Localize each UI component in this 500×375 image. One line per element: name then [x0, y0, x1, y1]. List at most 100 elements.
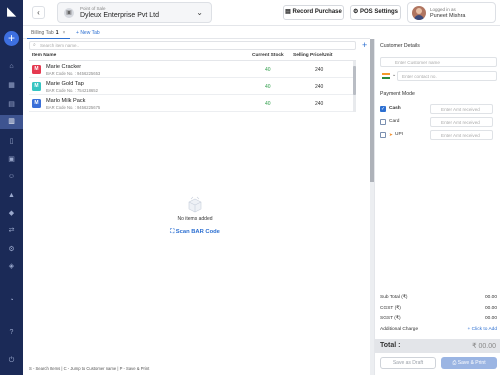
item-search: ⌕ [29, 41, 356, 50]
pos-settings-label: POS Settings [360, 9, 399, 15]
record-purchase-button[interactable]: ▤ Record Purchase [283, 5, 344, 20]
total-value: ₹ 00.00 [472, 343, 496, 350]
column-current-stock: Current Stock [252, 53, 284, 58]
new-tab-button[interactable]: + New Tab [76, 27, 100, 39]
additional-charge-row: Additional Charge + Click to Add [380, 327, 497, 336]
gift-icon[interactable]: ◈ [6, 262, 17, 271]
upi-amount-input[interactable] [430, 130, 493, 140]
upi-checkbox[interactable] [380, 132, 386, 138]
item-barcode: BAR Code No. : 9456225653 [46, 71, 101, 76]
cgst-label: CGST (₹) [380, 306, 401, 311]
empty-box-icon [188, 196, 202, 213]
billing-icon[interactable]: ▥ [0, 115, 23, 129]
checkout-panel: Customer Details ☺ ⌄ Payment Mode ✓ Cash… [374, 39, 500, 375]
box-icon[interactable]: ▣ [6, 155, 17, 164]
card-amount-input[interactable] [430, 117, 493, 127]
item-name: Marie Cracker [46, 64, 82, 70]
item-badge: M [32, 65, 41, 74]
scan-barcode-button[interactable]: ⛶ Scan BAR Code [154, 229, 236, 236]
avatar [412, 6, 426, 20]
cash-amount-input[interactable] [430, 104, 493, 114]
sgst-row: SGST (₹) 00.00 [380, 316, 497, 325]
user-profile[interactable]: Logged in as Puneet Mishra [407, 2, 496, 23]
people-icon[interactable]: ☺ [6, 172, 17, 181]
empty-state-text: No items added [177, 216, 213, 222]
payment-mode-label: UPI [395, 132, 403, 137]
add-item-icon[interactable]: + [362, 40, 367, 50]
item-name: Marlo Milk Pack [46, 98, 86, 104]
column-selling-price: Selling Price/Unit [293, 53, 333, 58]
pie-icon[interactable]: ◔ [6, 296, 17, 305]
app-logo-icon[interactable]: ◣ [5, 6, 18, 18]
transfer-icon[interactable]: ⇄ [6, 226, 17, 235]
add-charge-label: Click to Add [471, 327, 497, 332]
top-header: ‹ ▣ Point of Sale Dyleux Enterprise Pvt … [23, 0, 500, 26]
receipt-icon[interactable]: ▯ [6, 137, 17, 146]
table-row[interactable]: M Marie Cracker BAR Code No. : 945622565… [29, 61, 356, 78]
table-header: Item Name Current Stock Selling Price/Un… [29, 51, 356, 61]
payment-mode-title: Payment Mode [380, 91, 415, 97]
settings-icon[interactable]: ⚙ [6, 245, 17, 254]
sidebar: ◣ + ⌂ ▦ ▤ ▥ ▯ ▣ ☺ ▲ ◆ ⇄ ⚙ ◈ ◔ ? ⏻ [0, 0, 23, 375]
power-icon[interactable]: ⏻ [6, 356, 17, 365]
upi-icon: ➤ [389, 132, 393, 137]
table-row[interactable]: M Marie Gold Tap BAR Code No. : 75421865… [29, 78, 356, 95]
help-icon[interactable]: ? [6, 328, 17, 337]
cash-checkbox[interactable]: ✓ [380, 106, 386, 112]
tag-icon[interactable]: ◆ [6, 209, 17, 218]
tab-billing-count: 1 [55, 30, 59, 36]
user-name: Puneet Mishra [430, 13, 466, 19]
store-icon: ▣ [64, 8, 74, 18]
payment-row-card: Card [380, 117, 497, 128]
item-price: 240 [315, 84, 324, 90]
india-flag-icon[interactable] [382, 73, 390, 79]
pos-store-name: Dyleux Enterprise Pvt Ltd [80, 12, 159, 19]
contact-number-input[interactable] [397, 71, 497, 81]
pos-store-select[interactable]: ▣ Point of Sale Dyleux Enterprise Pvt Lt… [57, 2, 212, 23]
add-charge-link[interactable]: + Click to Add [468, 327, 497, 332]
item-stock: 40 [265, 84, 271, 90]
column-item-name: Item Name [32, 53, 57, 58]
subtotal-value: 00.00 [484, 295, 497, 300]
active-tab-indicator [27, 37, 70, 39]
customer-name-input[interactable] [380, 57, 497, 67]
cgst-value: 00.00 [484, 306, 497, 311]
sgst-value: 00.00 [484, 316, 497, 321]
new-tab-label: New Tab [80, 30, 100, 36]
cgst-row: CGST (₹) 00.00 [380, 306, 497, 315]
item-name: Marie Gold Tap [46, 81, 84, 87]
total-bar: Total : ₹ 00.00 [375, 339, 500, 353]
record-purchase-label: Record Purchase [292, 9, 342, 15]
tab-bar: Billing Tab 1 × + New Tab [23, 26, 370, 39]
subtotal-row: Sub Total (₹) 00.00 [380, 295, 497, 304]
item-badge: M [32, 82, 41, 91]
chart-icon[interactable]: ▲ [6, 191, 17, 200]
item-price: 240 [315, 101, 324, 107]
item-barcode: BAR Code No. : 9456225675 [46, 105, 101, 110]
save-and-print-button[interactable]: ⎙ Save & Print [441, 357, 497, 369]
search-input[interactable] [40, 42, 340, 49]
grid-icon[interactable]: ▦ [6, 81, 17, 90]
payment-mode-label: Card [389, 119, 400, 124]
close-icon[interactable]: × [62, 30, 65, 36]
item-price: 240 [315, 67, 324, 73]
total-label: Total : [380, 342, 401, 349]
home-icon[interactable]: ⌂ [6, 62, 17, 71]
item-stock: 40 [265, 67, 271, 73]
table-scrollbar-thumb[interactable] [353, 66, 356, 95]
item-table: Item Name Current Stock Selling Price/Un… [29, 51, 356, 112]
pos-settings-button[interactable]: ⚙ POS Settings [350, 5, 401, 20]
back-button[interactable]: ‹ [32, 6, 45, 19]
item-stock: 40 [265, 101, 271, 107]
cart-icon[interactable]: ▤ [6, 100, 17, 109]
payment-mode-label: Cash [389, 106, 401, 111]
chevron-down-icon[interactable]: ⌄ [392, 72, 396, 78]
save-and-print-label: Save & Print [457, 360, 486, 366]
table-row[interactable]: M Marlo Milk Pack BAR Code No. : 9456225… [29, 95, 356, 112]
search-icon: ⌕ [33, 42, 36, 48]
save-as-draft-button[interactable]: Save as Draft [380, 357, 436, 369]
keyboard-shortcuts: S - Search Items | C - Jump to Customer … [29, 366, 150, 371]
add-icon[interactable]: + [4, 31, 19, 46]
card-checkbox[interactable] [380, 119, 386, 125]
additional-charge-label: Additional Charge [380, 327, 419, 332]
